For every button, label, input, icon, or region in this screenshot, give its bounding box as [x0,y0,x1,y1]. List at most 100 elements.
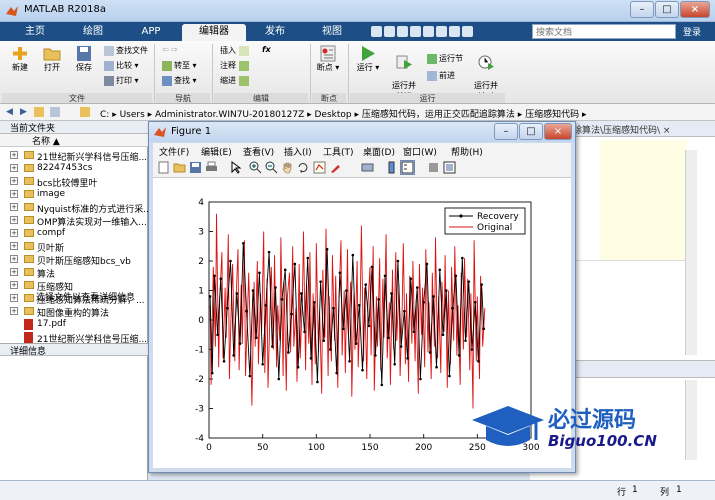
run-section-button[interactable]: 运行节 [427,53,463,64]
menu-insert[interactable]: 插入(I) [284,145,312,158]
tab-home[interactable]: 主页 [10,24,60,41]
menu-desktop[interactable]: 桌面(D) [363,145,395,158]
file-row[interactable]: + bcs比较傅里叶 [0,175,148,188]
pointer-icon[interactable] [229,161,242,174]
figure-minimize-button[interactable]: – [494,123,518,140]
switch-windows-icon[interactable] [449,26,460,37]
menu-help[interactable]: 帮助(H) [451,145,483,158]
expand-icon[interactable]: + [10,281,18,289]
tab-publish[interactable]: 发布 [250,24,300,41]
expand-icon[interactable]: + [10,190,18,198]
expand-icon[interactable]: + [10,203,18,211]
open-file-icon[interactable] [173,161,186,174]
fx-button[interactable]: fx [262,45,271,54]
minimize-button[interactable]: – [630,1,654,18]
up-folder-icon[interactable] [34,107,44,117]
print-figure-icon[interactable] [205,161,218,174]
file-row[interactable]: + Nyquist标准的方式进行采... [0,201,148,214]
print-button[interactable]: 打印 ▾ [104,75,139,86]
find-button[interactable]: 查找 ▾ [162,75,197,86]
menu-tools[interactable]: 工具(T) [323,145,354,158]
help-icon[interactable] [462,26,473,37]
insert-button[interactable]: 插入 [220,45,251,56]
file-row[interactable]: + 算法 [0,266,148,279]
breadcrumb-item[interactable]: 压缩感知代码，运用正交匹配追踪算法 [362,110,515,120]
expand-icon[interactable]: + [10,268,18,276]
expand-icon[interactable]: + [10,242,18,250]
save-figure-icon[interactable] [189,161,202,174]
figure-close-button[interactable]: × [544,123,572,140]
expand-icon[interactable]: + [10,177,18,185]
find-files-button[interactable]: 查找文件 [104,45,148,56]
rotate-3d-icon[interactable] [297,161,310,174]
expand-icon[interactable]: + [10,216,18,224]
comment-button[interactable]: 注释 [220,60,251,71]
back-arrow-icon[interactable]: ◀ [6,107,13,117]
expand-icon[interactable]: + [10,151,18,159]
file-row[interactable]: + 贝叶斯压缩感知bcs_vb [0,253,148,266]
login-link[interactable]: 登录 [683,25,701,38]
breakpoints-button[interactable]: 断点 ▾ [315,45,341,73]
file-row[interactable]: + compf [0,227,148,240]
compare-button[interactable]: 比较 ▾ [104,60,139,71]
file-row[interactable]: 17.pdf [0,318,148,331]
tab-view[interactable]: 视图 [305,24,359,41]
zoom-out-icon[interactable] [265,161,278,174]
advance-button[interactable]: 前进 [427,70,455,81]
file-row[interactable]: + OMP算法实现对一维输入... [0,214,148,227]
expand-icon[interactable]: + [10,255,18,263]
run-button[interactable]: 运行 ▾ [354,45,382,73]
search-docs-input[interactable] [532,24,676,39]
paste-icon[interactable] [410,26,421,37]
close-button[interactable]: × [680,1,710,18]
name-column-header[interactable]: 名称 ▲ [0,134,148,147]
file-row[interactable]: +21世纪新兴学科信号压缩... [0,149,148,162]
indent-button[interactable]: 缩进 [220,75,251,86]
new-figure-icon[interactable] [157,161,170,174]
data-cursor-icon[interactable] [313,161,326,174]
show-plot-tools-icon[interactable] [443,161,456,174]
tab-plots[interactable]: 绘图 [66,24,120,41]
file-row[interactable]: +82247453cs [0,162,148,175]
expand-icon[interactable]: + [10,294,18,302]
tab-apps[interactable]: APP [124,24,178,41]
menu-view[interactable]: 查看(V) [243,145,274,158]
file-row[interactable]: + image [0,188,148,201]
copy-icon[interactable] [397,26,408,37]
save-quick-icon[interactable] [371,26,382,37]
menu-edit[interactable]: 编辑(E) [201,145,232,158]
breadcrumb-item[interactable]: C: [100,110,109,120]
new-button[interactable]: 新建 [6,45,34,73]
redo-icon[interactable] [436,26,447,37]
forward-arrow-icon[interactable]: ▶ [20,107,27,117]
tab-editor[interactable]: 编辑器 [182,24,246,41]
breadcrumb-item[interactable]: Administrator.WIN7U-20180127Z [155,110,304,120]
open-button[interactable]: 打开 [38,45,66,73]
brush-icon[interactable] [329,161,342,174]
browse-folder-icon[interactable] [50,107,60,117]
expand-icon[interactable]: + [10,229,18,237]
menu-window[interactable]: 窗口(W) [403,145,437,158]
cut-icon[interactable] [384,26,395,37]
pan-hand-icon[interactable] [281,161,294,174]
save-button[interactable]: 保存 [70,45,98,73]
breadcrumb-item[interactable]: 压缩感知代码 [525,110,579,120]
file-row[interactable]: + 贝叶斯 [0,240,148,253]
legend-icon[interactable] [400,160,415,175]
breadcrumb-item[interactable]: Users [120,110,145,120]
goto-button[interactable]: 转至 ▾ [162,60,197,71]
expand-icon[interactable]: + [10,164,18,172]
undo-icon[interactable] [423,26,434,37]
figure-maximize-button[interactable]: □ [519,123,543,140]
hide-plot-tools-icon[interactable] [427,161,440,174]
zoom-in-icon[interactable] [249,161,262,174]
link-plot-icon[interactable] [361,161,374,174]
menu-file[interactable]: 文件(F) [159,145,189,158]
breadcrumb-item[interactable]: Desktop [315,110,352,120]
maximize-button[interactable]: □ [655,1,679,18]
file-row[interactable]: + 知图像重构的算法 [0,305,148,318]
expand-icon[interactable]: + [10,307,18,315]
editor-scrollbar[interactable] [685,150,697,355]
colorbar-icon[interactable] [385,161,398,174]
figure-title-bar[interactable]: Figure 1 – □ × [149,122,575,142]
